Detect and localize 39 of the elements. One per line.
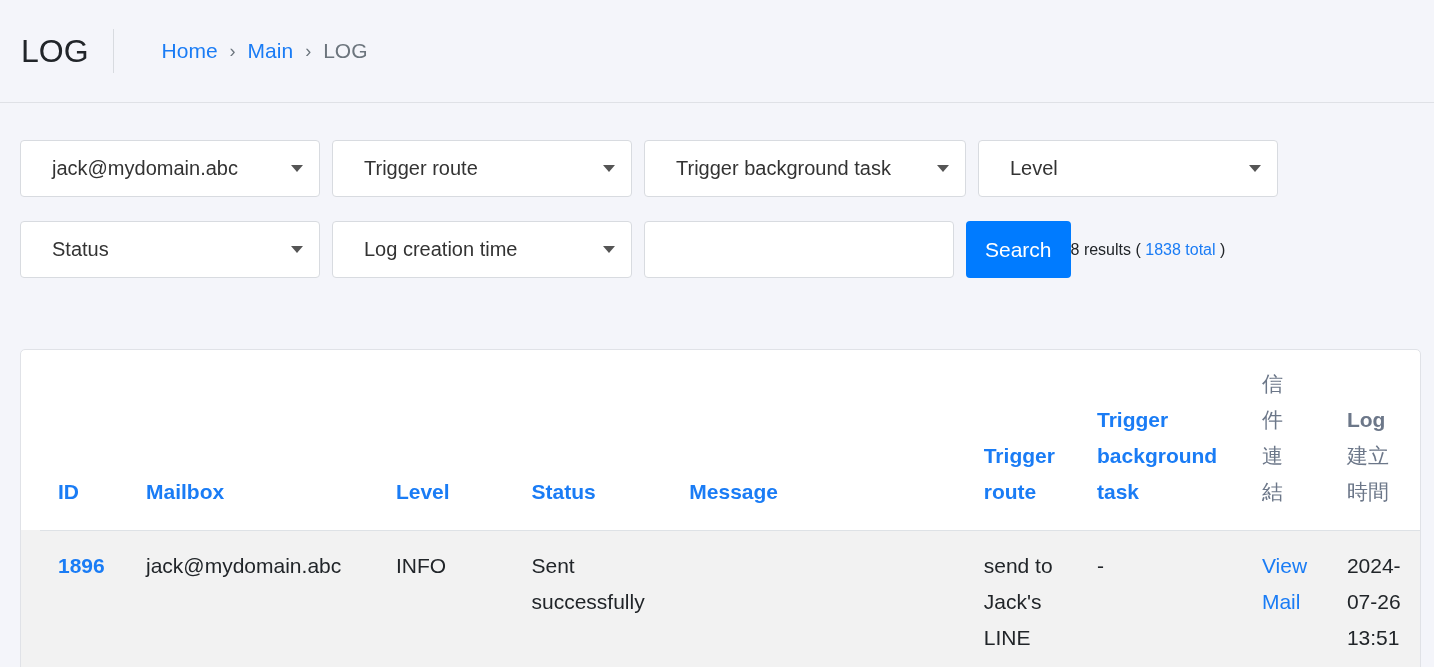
breadcrumb-link[interactable]: Home [161, 39, 218, 63]
caret-icon [1249, 165, 1261, 172]
dropdown[interactable]: jack@mydomain.abc [20, 140, 320, 197]
dropdown[interactable]: Status [20, 221, 320, 278]
id-link[interactable]: 1896 [40, 530, 128, 667]
column-header[interactable]: ID [40, 350, 128, 530]
search-button[interactable]: Search [966, 221, 1071, 278]
view-mail-link[interactable]: View Mail [1261, 547, 1311, 620]
table-cell: INFO [377, 530, 514, 667]
table-cell: 2024-07-26 13:51 [1328, 530, 1420, 667]
column-header: Log 建立時間 [1328, 350, 1420, 530]
results-count: 8 results ( 1838 total ) [1070, 240, 1226, 259]
column-header: 信件連結 [1243, 350, 1329, 530]
table-cell: Sent successfully [513, 530, 672, 667]
column-header[interactable]: Trigger background task [1079, 350, 1244, 530]
dropdown[interactable]: Trigger background task [644, 140, 966, 197]
table-cell: jack@mydomain.abc [128, 530, 378, 667]
caret-icon [291, 246, 303, 253]
caret-icon [603, 165, 615, 172]
column-header[interactable]: Level [377, 350, 514, 530]
caret-icon [603, 246, 615, 253]
caret-icon [291, 165, 303, 172]
table-cell: send to Jack's LINE [965, 530, 1079, 667]
column-header[interactable]: Mailbox [128, 350, 378, 530]
dropdown[interactable]: Trigger route [332, 140, 632, 197]
column-header[interactable]: Message [671, 350, 966, 530]
search-field[interactable] [644, 221, 954, 278]
column-header[interactable]: Status [513, 350, 672, 530]
table-cell: - [1079, 530, 1244, 667]
breadcrumb-link[interactable]: Main [247, 39, 294, 63]
column-header[interactable]: Trigger route [965, 350, 1079, 530]
breadcrumb-separator: › [229, 40, 236, 62]
page-title: LOG [21, 29, 114, 73]
breadcrumb-separator: › [305, 40, 312, 62]
caret-icon [937, 165, 949, 172]
breadcrumb-current: LOG [323, 39, 368, 63]
dropdown[interactable]: Log creation time [332, 221, 632, 278]
total-link[interactable]: 1838 total [1145, 240, 1216, 258]
dropdown[interactable]: Level [978, 140, 1278, 197]
